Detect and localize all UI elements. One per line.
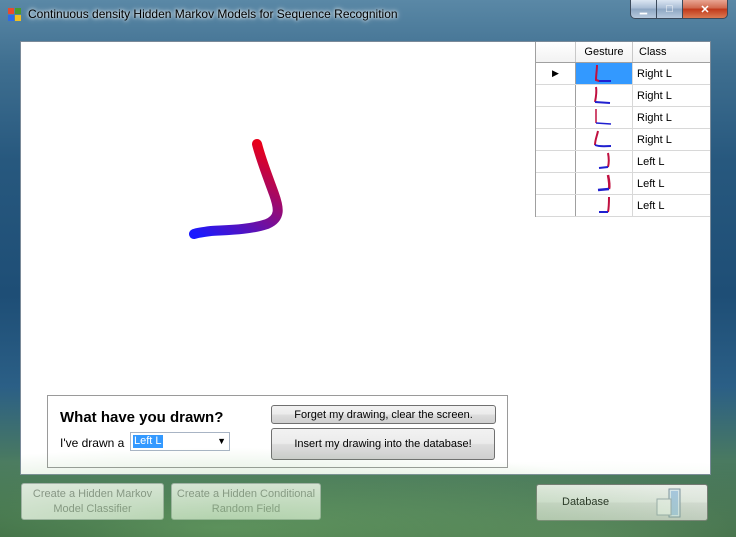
gesture-cell[interactable] bbox=[576, 85, 633, 106]
right-l-gesture-thumbnail-icon bbox=[594, 64, 611, 82]
row-header-corner bbox=[536, 42, 576, 62]
create-hmm-classifier-button[interactable]: Create a Hidden Markov Model Classifier bbox=[21, 483, 164, 520]
right-l-gesture-thumbnail-icon bbox=[594, 130, 612, 147]
forget-drawing-button[interactable]: Forget my drawing, clear the screen. bbox=[271, 405, 496, 424]
class-cell[interactable]: Right L bbox=[633, 63, 710, 84]
row-header[interactable] bbox=[536, 151, 576, 172]
close-button[interactable]: ✕ bbox=[683, 0, 728, 19]
minimize-icon: ▁ bbox=[640, 3, 647, 14]
left-l-gesture-thumbnail-icon bbox=[599, 196, 610, 213]
gesture-cell[interactable] bbox=[576, 63, 633, 84]
table-row[interactable]: Left L bbox=[536, 173, 710, 195]
gesture-cell[interactable] bbox=[576, 107, 633, 128]
application-window: Continuous density Hidden Markov Models … bbox=[0, 0, 736, 537]
table-row[interactable]: Right L bbox=[536, 129, 710, 151]
app-icon bbox=[8, 8, 21, 21]
table-row[interactable]: ▶ Right L bbox=[536, 63, 710, 85]
maximize-icon: □ bbox=[666, 3, 673, 15]
gesture-cell[interactable] bbox=[576, 129, 633, 150]
right-l-gesture-thumbnail-icon bbox=[595, 108, 612, 125]
classification-group: What have you drawn? I've drawn a Left L… bbox=[47, 395, 508, 468]
database-button-label: Database bbox=[562, 496, 610, 508]
row-header[interactable] bbox=[536, 129, 576, 150]
maximize-button[interactable]: □ bbox=[657, 0, 683, 19]
class-cell[interactable]: Left L bbox=[633, 195, 710, 216]
table-row[interactable]: Right L bbox=[536, 85, 710, 107]
current-row-arrow-icon: ▶ bbox=[552, 68, 559, 78]
row-header[interactable] bbox=[536, 173, 576, 194]
row-header[interactable] bbox=[536, 195, 576, 216]
minimize-button[interactable]: ▁ bbox=[630, 0, 657, 19]
class-cell[interactable]: Right L bbox=[633, 129, 710, 150]
table-row[interactable]: Left L bbox=[536, 195, 710, 217]
class-cell[interactable]: Left L bbox=[633, 151, 710, 172]
gesture-cell[interactable] bbox=[576, 173, 633, 194]
class-cell[interactable]: Right L bbox=[633, 107, 710, 128]
question-heading: What have you drawn? bbox=[60, 409, 224, 426]
right-l-gesture-thumbnail-icon bbox=[594, 86, 611, 104]
gesture-database-grid[interactable]: Gesture Class ▶ Right L Right L Right L … bbox=[535, 42, 710, 217]
grid-header: Gesture Class bbox=[536, 42, 710, 63]
left-l-gesture-thumbnail-icon bbox=[597, 174, 611, 191]
create-hcrf-button[interactable]: Create a Hidden Conditional Random Field bbox=[171, 483, 321, 520]
title-bar[interactable]: Continuous density Hidden Markov Models … bbox=[0, 0, 736, 30]
chevron-down-icon[interactable]: ▼ bbox=[217, 436, 226, 446]
row-header[interactable] bbox=[536, 85, 576, 106]
database-drawer-icon bbox=[656, 488, 681, 518]
database-button[interactable]: Database bbox=[536, 484, 708, 521]
table-row[interactable]: Left L bbox=[536, 151, 710, 173]
insert-drawing-button[interactable]: Insert my drawing into the database! bbox=[271, 428, 495, 460]
table-row[interactable]: Right L bbox=[536, 107, 710, 129]
class-cell[interactable]: Left L bbox=[633, 173, 710, 194]
drawn-a-label: I've drawn a bbox=[60, 436, 125, 450]
row-header[interactable] bbox=[536, 107, 576, 128]
gesture-stroke bbox=[189, 139, 283, 239]
column-header-gesture[interactable]: Gesture bbox=[576, 42, 633, 62]
caption-buttons: ▁ □ ✕ bbox=[630, 0, 728, 19]
left-l-gesture-thumbnail-icon bbox=[598, 152, 610, 169]
class-dropdown[interactable]: Left L ▼ bbox=[130, 432, 230, 451]
class-dropdown-value: Left L bbox=[133, 435, 163, 448]
column-header-class[interactable]: Class bbox=[633, 42, 710, 62]
gesture-cell[interactable] bbox=[576, 151, 633, 172]
class-cell[interactable]: Right L bbox=[633, 85, 710, 106]
gesture-cell[interactable] bbox=[576, 195, 633, 216]
row-header[interactable]: ▶ bbox=[536, 63, 576, 84]
close-icon: ✕ bbox=[700, 3, 710, 16]
window-title: Continuous density Hidden Markov Models … bbox=[28, 7, 398, 21]
